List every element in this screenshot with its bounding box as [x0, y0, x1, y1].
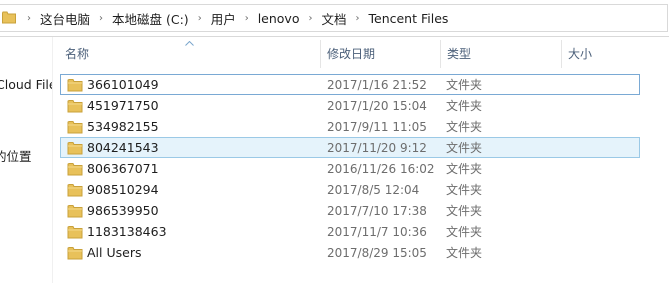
navigation-pane: Cloud File 的位置: [0, 37, 52, 283]
breadcrumb-tencent-files[interactable]: Tencent Files: [369, 11, 449, 26]
breadcrumb-documents[interactable]: 文档: [321, 9, 346, 28]
file-type: 文件夹: [446, 99, 483, 113]
file-type: 文件夹: [446, 204, 483, 218]
file-name: 908510294: [87, 182, 159, 197]
address-bar[interactable]: › 这台电脑 › 本地磁盘 (C:) › 用户 › lenovo › 文档 › …: [0, 0, 669, 37]
folder-icon: [2, 9, 16, 28]
file-row[interactable]: 366101049 2017/1/16 21:52 文件夹: [60, 74, 640, 95]
file-list: 366101049 2017/1/16 21:52 文件夹 451971750 …: [60, 74, 640, 263]
chevron-right-icon[interactable]: ›: [99, 13, 103, 24]
folder-icon: [67, 225, 87, 239]
file-row[interactable]: 804241543 2017/11/20 9:12 文件夹: [60, 137, 640, 158]
column-date-modified[interactable]: 修改日期: [320, 40, 440, 68]
chevron-right-icon[interactable]: ›: [198, 13, 202, 24]
file-date: 2017/7/10 17:38: [327, 203, 427, 218]
file-row[interactable]: 451971750 2017/1/20 15:04 文件夹: [60, 95, 640, 116]
file-row[interactable]: 908510294 2017/8/5 12:04 文件夹: [60, 179, 640, 200]
file-name: 1183138463: [87, 224, 167, 239]
file-date: 2017/11/7 10:36: [327, 224, 427, 239]
file-type: 文件夹: [446, 141, 483, 155]
chevron-right-icon[interactable]: ›: [27, 13, 31, 24]
file-name: 451971750: [87, 98, 159, 113]
file-name: 986539950: [87, 203, 159, 218]
chevron-right-icon[interactable]: ›: [308, 13, 312, 24]
column-header: 名称 修改日期 类型 大小: [59, 40, 669, 68]
column-name[interactable]: 名称: [59, 40, 320, 68]
file-row[interactable]: 1183138463 2017/11/7 10:36 文件夹: [60, 221, 640, 242]
nav-item-location[interactable]: 的位置: [0, 146, 32, 165]
breadcrumb-local-disk[interactable]: 本地磁盘 (C:): [112, 9, 189, 28]
file-date: 2017/8/5 12:04: [327, 182, 420, 197]
folder-icon: [67, 162, 87, 176]
folder-icon: [67, 78, 87, 92]
nav-item-cloud-files[interactable]: Cloud File: [0, 77, 52, 92]
file-type: 文件夹: [446, 183, 483, 197]
column-type[interactable]: 类型: [440, 40, 561, 68]
folder-icon: [67, 246, 87, 260]
folder-icon: [67, 120, 87, 134]
pane-divider[interactable]: [52, 37, 53, 283]
file-row[interactable]: 534982155 2017/9/11 11:05 文件夹: [60, 116, 640, 137]
folder-icon: [67, 99, 87, 113]
folder-icon: [67, 183, 87, 197]
breadcrumb-users[interactable]: 用户: [211, 9, 236, 28]
chevron-right-icon[interactable]: ›: [245, 13, 249, 24]
file-row[interactable]: 986539950 2017/7/10 17:38 文件夹: [60, 200, 640, 221]
file-name: 806367071: [87, 161, 159, 176]
file-date: 2017/1/16 21:52: [327, 77, 427, 92]
file-name: 534982155: [87, 119, 159, 134]
file-name: All Users: [87, 245, 142, 260]
file-row[interactable]: All Users 2017/8/29 15:05 文件夹: [60, 242, 640, 263]
file-type: 文件夹: [446, 120, 483, 134]
file-date: 2017/8/29 15:05: [327, 245, 427, 260]
file-name: 366101049: [87, 77, 159, 92]
breadcrumb: › 这台电脑 › 本地磁盘 (C:) › 用户 › lenovo › 文档 › …: [18, 9, 448, 27]
breadcrumb-this-pc[interactable]: 这台电脑: [40, 9, 90, 28]
file-name: 804241543: [87, 140, 159, 155]
file-date: 2016/11/26 16:02: [327, 161, 435, 176]
file-date: 2017/1/20 15:04: [327, 98, 427, 113]
breadcrumb-lenovo[interactable]: lenovo: [258, 11, 300, 26]
file-date: 2017/11/20 9:12: [327, 140, 427, 155]
column-size[interactable]: 大小: [561, 40, 669, 68]
file-type: 文件夹: [446, 78, 483, 92]
folder-icon: [67, 204, 87, 218]
file-type: 文件夹: [446, 225, 483, 239]
file-row[interactable]: 806367071 2016/11/26 16:02 文件夹: [60, 158, 640, 179]
file-type: 文件夹: [446, 162, 483, 176]
file-date: 2017/9/11 11:05: [327, 119, 427, 134]
file-type: 文件夹: [446, 246, 483, 260]
chevron-right-icon[interactable]: ›: [356, 13, 360, 24]
folder-icon: [67, 141, 87, 155]
